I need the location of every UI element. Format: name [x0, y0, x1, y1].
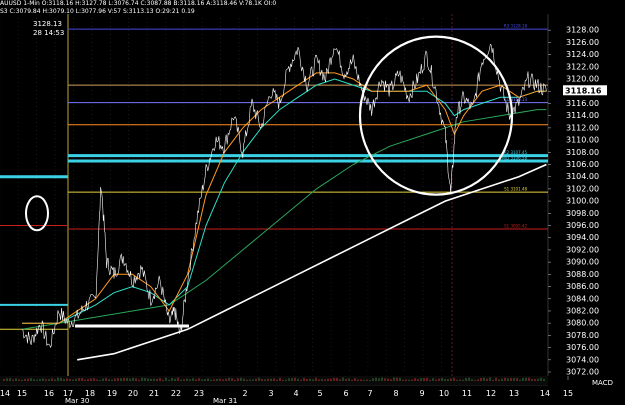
header-ohlc: AUUSD 1-Min O:3118.16 H:3127.78 L:3076.7… — [0, 0, 277, 7]
x-tick-label: 16 — [44, 389, 54, 398]
macd-label: MACD — [592, 379, 613, 387]
x-tick-label: 10 — [439, 389, 449, 398]
y-tick-label: 3128.00 — [566, 26, 599, 35]
x-tick-label: 15 — [17, 389, 27, 398]
y-tick-label: 3084.00 — [566, 294, 599, 303]
x-tick-label: 14 — [540, 389, 550, 398]
y-tick-label: 3100.00 — [566, 197, 599, 206]
x-tick-label: 15 — [563, 389, 573, 398]
x-tick-label: 12 — [486, 389, 496, 398]
x-tick-label: 9 — [419, 389, 424, 398]
y-tick-label: 3122.00 — [566, 62, 599, 71]
y-tick-label: 3090.00 — [566, 258, 599, 267]
x-tick-label: 14 — [0, 389, 10, 398]
y-tick-label: 3080.00 — [566, 319, 599, 328]
x-tick-label: 2 — [242, 389, 247, 398]
x-tick-label: 3 — [268, 389, 273, 398]
y-tick-label: 3076.00 — [566, 343, 599, 352]
x-tick-label: 4 — [293, 389, 298, 398]
cursor-time: 28 14:53 — [33, 29, 65, 37]
x-tick-label: 5 — [317, 389, 322, 398]
y-tick-label: 3096.00 — [566, 221, 599, 230]
x-tick-label: 8 — [393, 389, 398, 398]
price-chart: R3 3128.18 R1 3116.13 R2 3107.45MID 3106.5… — [0, 0, 625, 405]
level-label: MID 3106.58 — [501, 155, 527, 160]
y-tick-label: 3108.00 — [566, 148, 599, 157]
cursor-price: 3128.13 — [33, 20, 62, 28]
header-study: S3 C:3079.84 H:3079.10 L:3077.96 V:57 S:… — [0, 8, 195, 15]
x-tick-label: 22 — [171, 389, 181, 398]
y-tick-label: 3126.00 — [566, 38, 599, 47]
y-tick-label: 3092.00 — [566, 245, 599, 254]
y-tick-label: 3082.00 — [566, 306, 599, 315]
level-label: R3 3128.18 — [504, 24, 528, 29]
current-price-label: 3118.16 — [565, 86, 602, 95]
y-tick-label: 3104.00 — [566, 172, 599, 181]
y-tick-label: 3078.00 — [566, 331, 599, 340]
y-tick-label: 3094.00 — [566, 233, 599, 242]
x-day-label: Mar 30 — [65, 397, 89, 405]
y-tick-label: 3114.00 — [566, 111, 599, 120]
level-label: S1 3095.42 — [504, 224, 527, 229]
x-tick-label: 19 — [107, 389, 117, 398]
x-tick-label: 7 — [367, 389, 372, 398]
y-tick-label: 3088.00 — [566, 270, 599, 279]
level-label: S1 3101.48 — [504, 187, 527, 192]
y-tick-label: 3072.00 — [566, 368, 599, 377]
x-tick-label: 23 — [194, 389, 204, 398]
level-label: R2 3107.45 — [504, 150, 528, 155]
y-tick-label: 3102.00 — [566, 184, 599, 193]
x-day-label: Mar 31 — [213, 397, 237, 405]
y-tick-label: 3106.00 — [566, 160, 599, 169]
x-tick-label: 13 — [509, 389, 519, 398]
x-tick-label: 20 — [128, 389, 138, 398]
y-tick-label: 3116.00 — [566, 99, 599, 108]
y-tick-label: 3086.00 — [566, 282, 599, 291]
x-tick-label: 6 — [343, 389, 348, 398]
x-tick-label: 21 — [149, 389, 159, 398]
y-tick-label: 3098.00 — [566, 209, 599, 218]
y-tick-label: 3074.00 — [566, 355, 599, 364]
y-tick-label: 3110.00 — [566, 136, 599, 145]
level-label: R1 3116.13 — [504, 97, 528, 102]
x-tick-label: 11 — [462, 389, 472, 398]
y-tick-label: 3120.00 — [566, 75, 599, 84]
y-tick-label: 3124.00 — [566, 50, 599, 59]
y-tick-label: 3112.00 — [566, 123, 599, 132]
